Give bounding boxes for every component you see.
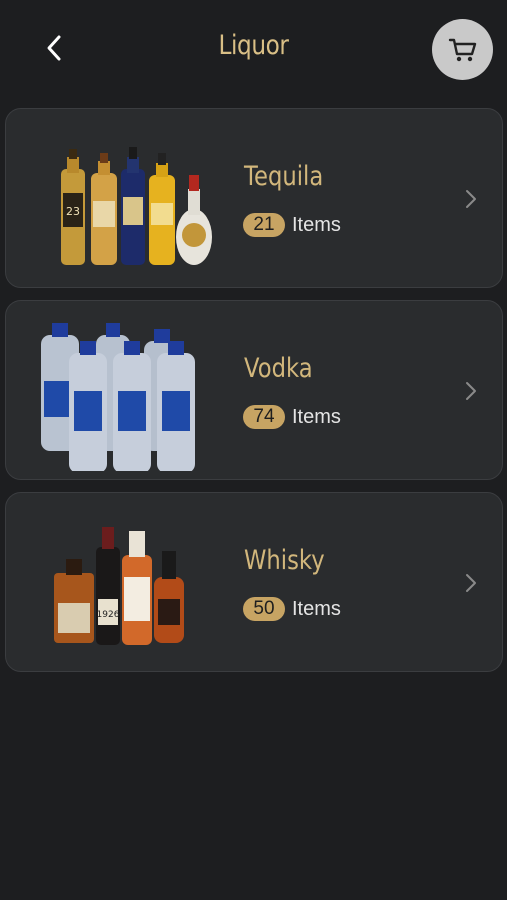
item-count: 50 Items (243, 597, 341, 621)
category-name: Tequila (244, 161, 324, 192)
count-label: Items (292, 597, 341, 620)
count-label: Items (292, 213, 341, 236)
water-bottles-image (41, 323, 195, 471)
category-card-vodka[interactable]: Vodka 74 Items (5, 300, 503, 480)
chevron-right-icon (466, 382, 476, 400)
page-title: Liquor (218, 30, 289, 61)
chevron-right-icon (466, 574, 476, 592)
category-card-tequila[interactable]: 23 Tequila 21 Items (5, 108, 503, 288)
cart-button[interactable] (432, 19, 493, 80)
item-count: 21 Items (243, 213, 341, 237)
tequila-bottles-image: 23 (61, 147, 212, 265)
count-badge: 21 (243, 213, 285, 237)
count-badge: 74 (243, 405, 285, 429)
item-count: 74 Items (243, 405, 341, 429)
cart-icon (448, 38, 476, 61)
category-name: Whisky (244, 545, 325, 576)
liquor-screen: Liquor 23 Tequila 21 Items Vodka 74 Item… (0, 0, 507, 900)
svg-text:1926: 1926 (97, 610, 120, 620)
header: Liquor (0, 0, 507, 100)
count-badge: 50 (243, 597, 285, 621)
category-card-whisky[interactable]: 1926 Whisky 50 Items (5, 492, 503, 672)
category-name: Vodka (244, 353, 313, 384)
whisky-bottles-image: 1926 (54, 527, 184, 645)
count-label: Items (292, 405, 341, 428)
svg-text:23: 23 (66, 205, 80, 218)
chevron-right-icon (466, 190, 476, 208)
